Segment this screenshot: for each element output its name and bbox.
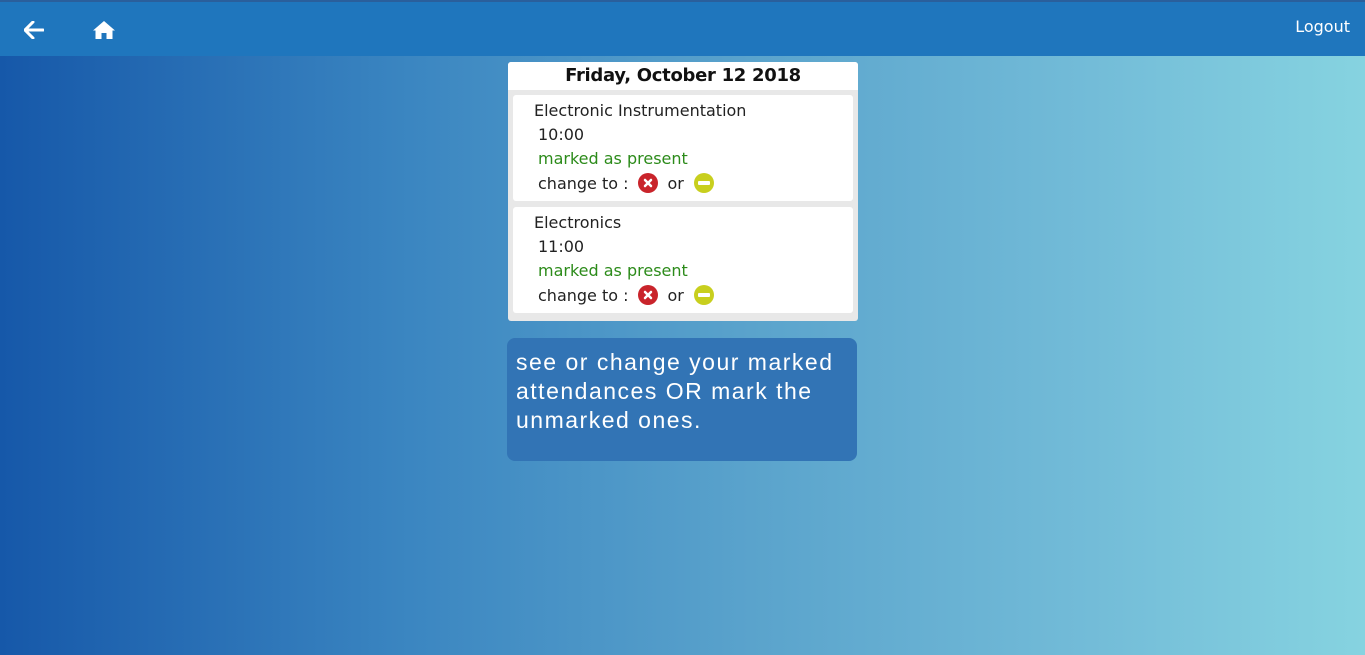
arrow-left-icon [24, 21, 44, 39]
mark-absent-button[interactable] [637, 173, 658, 193]
date-title: Friday, October 12 2018 [508, 62, 858, 90]
home-icon [93, 21, 115, 39]
top-navbar: Logout [0, 0, 1365, 56]
attendance-entry: Electronic Instrumentation 10:00 marked … [513, 95, 853, 201]
home-button[interactable] [90, 16, 118, 44]
minus-icon [697, 181, 710, 185]
back-button[interactable] [20, 16, 48, 44]
subject-name: Electronic Instrumentation [534, 101, 747, 120]
logout-link[interactable]: Logout [1295, 17, 1350, 36]
attendance-status: marked as present [538, 149, 688, 168]
close-icon [643, 290, 652, 300]
mark-absent-button[interactable] [637, 285, 658, 305]
change-label: change to : [538, 285, 629, 305]
or-label: or [667, 173, 684, 193]
minus-icon [697, 293, 710, 297]
attendance-entry: Electronics 11:00 marked as present chan… [513, 207, 853, 313]
class-time: 11:00 [538, 237, 585, 256]
attendance-card: Friday, October 12 2018 Electronic Instr… [508, 62, 858, 321]
mark-excused-button[interactable] [693, 173, 714, 193]
info-message: see or change your marked attendances OR… [507, 338, 857, 461]
or-label: or [667, 285, 684, 305]
class-time: 10:00 [538, 125, 585, 144]
change-label: change to : [538, 173, 629, 193]
attendance-status: marked as present [538, 261, 688, 280]
change-row: change to : or [538, 284, 714, 306]
close-icon [643, 178, 652, 188]
mark-excused-button[interactable] [693, 285, 714, 305]
change-row: change to : or [538, 172, 714, 194]
subject-name: Electronics [534, 213, 622, 232]
